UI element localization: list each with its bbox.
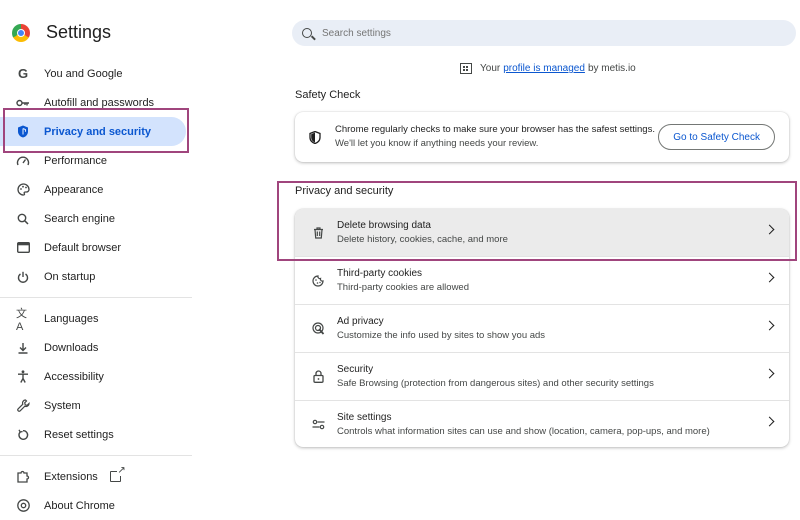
search-icon: [16, 212, 30, 226]
sidebar-divider: [0, 455, 192, 456]
download-icon: [16, 341, 30, 355]
go-to-safety-check-button[interactable]: Go to Safety Check: [658, 124, 775, 150]
row-title: Ad privacy: [337, 315, 384, 327]
sidebar-item-on-startup[interactable]: On startup: [0, 262, 186, 291]
highlight-annotation-privacy: [277, 181, 797, 261]
palette-icon: [16, 183, 30, 197]
sidebar-item-label: Autofill and passwords: [44, 96, 155, 109]
cookie-icon: [311, 274, 325, 288]
google-g-icon: G: [17, 66, 29, 81]
row-title: Site settings: [337, 411, 392, 423]
brand: Settings: [12, 22, 111, 43]
chevron-right-icon: [764, 368, 775, 379]
accessibility-icon: [16, 370, 30, 384]
sidebar-item-downloads[interactable]: Downloads: [0, 333, 186, 362]
sliders-icon: [311, 418, 325, 432]
managed-prefix: Your: [480, 63, 501, 74]
safety-check-description: Chrome regularly checks to make sure you…: [335, 123, 655, 151]
sidebar-item-you-and-google[interactable]: G You and Google: [0, 59, 186, 88]
sidebar-item-extensions[interactable]: Extensions: [0, 462, 186, 491]
open-in-new-icon: [109, 466, 126, 482]
search-input[interactable]: [322, 27, 762, 39]
chevron-right-icon: [764, 416, 775, 427]
chrome-logo-icon: [16, 499, 30, 513]
sidebar-item-system[interactable]: System: [0, 391, 186, 420]
third-party-cookies-row[interactable]: Third-party cookies Third-party cookies …: [295, 257, 789, 304]
safety-check-line1: Chrome regularly checks to make sure you…: [335, 124, 655, 135]
safety-check-heading: Safety Check: [295, 89, 361, 101]
sidebar-item-accessibility[interactable]: Accessibility: [0, 362, 186, 391]
chevron-right-icon: [764, 320, 775, 331]
row-title: Security: [337, 363, 374, 375]
row-subtitle: Customize the info used by sites to show…: [337, 329, 546, 341]
chrome-logo-icon: [12, 23, 30, 42]
ad-privacy-icon: [311, 322, 325, 336]
safety-check-line2: We'll let you know if anything needs you…: [335, 138, 539, 149]
row-subtitle: Controls what information sites can use …: [337, 425, 710, 437]
sidebar-item-appearance[interactable]: Appearance: [0, 175, 186, 204]
browser-window-icon: [16, 241, 30, 255]
sidebar-item-label: System: [44, 399, 81, 412]
sidebar-item-label: Default browser: [44, 241, 122, 254]
profile-managed-link[interactable]: profile is managed: [503, 63, 585, 74]
row-subtitle: Third-party cookies are allowed: [337, 281, 470, 293]
sidebar-item-languages[interactable]: 文A Languages: [0, 304, 186, 333]
sidebar-item-label: Downloads: [44, 341, 99, 354]
building-icon: [460, 63, 472, 74]
sidebar-item-label: Accessibility: [44, 370, 104, 383]
speedometer-icon: [16, 154, 30, 168]
lock-icon: [311, 370, 325, 384]
shield-icon: [309, 130, 321, 144]
power-icon: [16, 270, 30, 284]
sidebar-item-label: On startup: [44, 270, 96, 283]
wrench-icon: [16, 399, 30, 413]
sidebar: Settings G You and Google Autofill and p…: [0, 0, 192, 520]
managed-profile-notice: Your profile is managed by metis.io: [460, 63, 636, 74]
sidebar-item-label: Languages: [44, 312, 99, 325]
site-settings-row[interactable]: Site settings Controls what information …: [295, 401, 789, 447]
sidebar-item-about-chrome[interactable]: About Chrome: [0, 491, 186, 520]
sidebar-divider: [0, 297, 192, 298]
security-row[interactable]: Security Safe Browsing (protection from …: [295, 353, 789, 400]
puzzle-icon: [16, 470, 30, 484]
row-title: Third-party cookies: [337, 267, 423, 279]
highlight-annotation-sidebar: [3, 108, 189, 153]
sidebar-item-label: Appearance: [44, 183, 104, 196]
search-bar[interactable]: [292, 20, 796, 46]
sidebar-item-default-browser[interactable]: Default browser: [0, 233, 186, 262]
sidebar-item-label: Reset settings: [44, 428, 114, 441]
sidebar-item-label: Search engine: [44, 212, 115, 225]
sidebar-item-search-engine[interactable]: Search engine: [0, 204, 186, 233]
row-subtitle: Safe Browsing (protection from dangerous…: [337, 377, 654, 389]
chevron-right-icon: [764, 272, 775, 283]
sidebar-item-reset-settings[interactable]: Reset settings: [0, 420, 186, 449]
managed-suffix: by metis.io: [587, 63, 636, 74]
reset-icon: [16, 428, 30, 442]
sidebar-item-label: You and Google: [44, 67, 123, 80]
ad-privacy-row[interactable]: Ad privacy Customize the info used by si…: [295, 305, 789, 352]
sidebar-item-label: About Chrome: [44, 499, 115, 512]
search-icon: [302, 28, 312, 38]
sidebar-item-label: Extensions: [44, 470, 98, 483]
sidebar-item-label: Performance: [44, 154, 107, 167]
page-title: Settings: [46, 22, 112, 42]
safety-check-card: Chrome regularly checks to make sure you…: [295, 112, 789, 162]
translate-icon: 文A: [16, 307, 27, 333]
